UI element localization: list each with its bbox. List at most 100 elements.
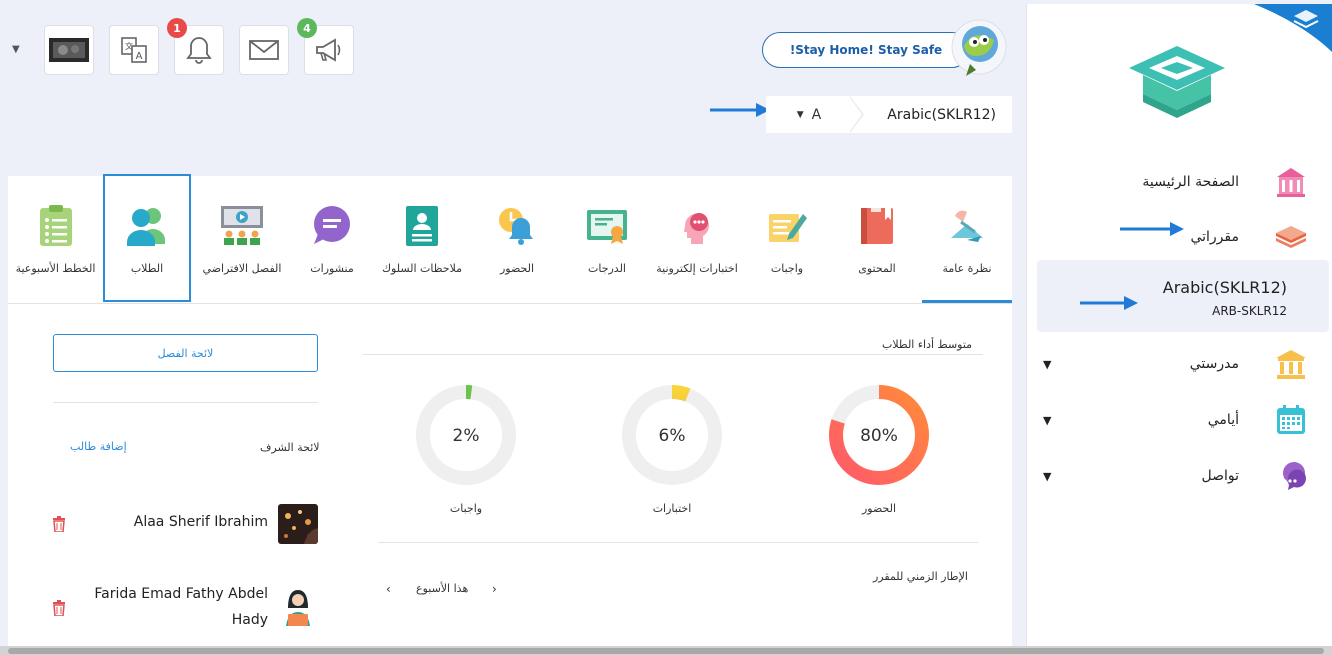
course-name: Arabic(SKLR12) — [1162, 278, 1287, 297]
sidebar-item-my-school[interactable]: ▼ مدرستي — [1027, 344, 1332, 384]
section-value: A — [811, 106, 822, 123]
quizzes-value: 6% — [659, 426, 686, 446]
book-icon — [853, 202, 901, 250]
tab-label: منشورات — [310, 262, 354, 275]
sidebar-item-home[interactable]: الصفحة الرئيسية — [1027, 162, 1332, 202]
tab-label: واجبات — [770, 262, 804, 275]
notifications-button[interactable]: 1 — [167, 18, 224, 75]
course-code: ARB-SKLR12 — [1212, 304, 1287, 318]
announcements-button[interactable]: 4 — [297, 18, 354, 75]
home-icon — [1273, 164, 1309, 200]
arrow-annotation-icon — [1080, 296, 1138, 310]
tab-grades[interactable]: الدرجات — [562, 176, 652, 302]
section-selector[interactable]: ▼ A — [766, 96, 852, 133]
student-name-line2[interactable]: Hady — [232, 612, 268, 628]
caret-down-icon: ▼ — [796, 109, 804, 120]
add-student-link[interactable]: إضافة طالب — [70, 440, 127, 453]
sidebar-item-my-days[interactable]: ▼ أيامي — [1027, 400, 1332, 440]
divider — [378, 542, 978, 543]
sidebar-item-communicate[interactable]: ▼ تواصل — [1027, 456, 1332, 496]
arrow-annotation-icon — [710, 103, 770, 117]
user-menu-chevron-icon[interactable]: ▼ — [12, 44, 20, 55]
tab-students[interactable]: الطلاب — [103, 174, 191, 302]
chat-bubbles-icon — [1273, 458, 1309, 494]
tab-label: الحضور — [499, 262, 535, 275]
tab-content[interactable]: المحتوى — [832, 176, 922, 302]
clipboard-icon — [32, 202, 80, 250]
student-name-line1[interactable]: Farida Emad Fathy Abdel — [94, 586, 268, 602]
chat-icon — [308, 202, 356, 250]
tab-label: نظرة عامة — [942, 262, 992, 275]
timeline-week-label: هذا الأسبوع — [416, 582, 469, 595]
translate-button[interactable]: A 文 — [109, 25, 159, 75]
quizzes-label: اختبارات — [652, 502, 692, 515]
chevron-left-icon[interactable]: ‹ — [386, 582, 391, 596]
quiz-icon — [673, 202, 721, 250]
megaphone-icon — [316, 38, 341, 62]
chevron-down-icon[interactable]: ▼ — [1043, 358, 1051, 371]
tab-attendance[interactable]: الحضور — [472, 176, 562, 302]
tab-online-quizzes[interactable]: اختبارات إلكترونية — [652, 176, 742, 302]
divider — [363, 354, 983, 355]
sidebar-my-school-label: مدرستي — [1189, 356, 1239, 372]
tab-behavior-notes[interactable]: ملاحظات السلوك — [372, 176, 472, 302]
chevron-right-icon[interactable]: › — [492, 582, 497, 596]
assignments-donut: 2% — [416, 385, 516, 485]
alarm-icon — [493, 202, 541, 250]
scrollbar-thumb[interactable] — [8, 648, 1324, 654]
assignment-icon — [763, 202, 811, 250]
breadcrumb-course[interactable]: Arabic(SKLR12) — [852, 96, 1012, 133]
divider — [53, 402, 318, 403]
sidebar-my-courses-label: مقرراتي — [1190, 229, 1239, 245]
profile-thumbnail-button[interactable] — [44, 25, 94, 75]
layers-icon — [1273, 219, 1309, 255]
badge-icon — [398, 202, 446, 250]
student-name[interactable]: Alaa Sherif Ibrahim — [134, 514, 268, 530]
assignments-value: 2% — [453, 426, 480, 446]
attendance-donut: 80% — [829, 385, 929, 485]
profile-thumbnail-icon — [49, 38, 89, 62]
tab-virtual-class[interactable]: الفصل الافتراضي — [192, 176, 292, 302]
breadcrumb-separator-icon — [850, 96, 864, 133]
tab-label: الدرجات — [587, 262, 626, 275]
tab-label: الفصل الافتراضي — [202, 262, 282, 275]
tab-label: ملاحظات السلوك — [381, 262, 463, 275]
sidebar-communicate-label: تواصل — [1201, 468, 1239, 484]
corner-logo-icon — [1254, 4, 1332, 52]
performance-title: متوسط أداء الطلاب — [882, 338, 973, 351]
trash-icon[interactable] — [52, 516, 66, 532]
chevron-down-icon[interactable]: ▼ — [1043, 470, 1051, 483]
tab-label: الخطط الأسبوعية — [15, 262, 96, 275]
school-logo-icon — [1129, 46, 1225, 118]
arrow-annotation-icon — [1120, 222, 1184, 236]
bell-icon — [186, 37, 212, 64]
overview-icon — [943, 202, 991, 250]
assignments-label: واجبات — [449, 502, 483, 515]
certificate-icon — [583, 202, 631, 250]
chevron-down-icon[interactable]: ▼ — [1043, 414, 1051, 427]
sidebar-home-label: الصفحة الرئيسية — [1142, 174, 1239, 190]
active-tab-indicator — [922, 300, 1012, 303]
honor-list-label: لائحة الشرف — [260, 441, 320, 454]
tab-assignments[interactable]: واجبات — [742, 176, 832, 302]
class-list-button[interactable]: لائحة الفصل — [53, 334, 318, 372]
course-panel: نظرة عامة المحتوى واجبات اختبارات إلكترو… — [8, 174, 1012, 646]
student-avatar-icon[interactable] — [278, 586, 318, 626]
tab-overview[interactable]: نظرة عامة — [922, 176, 1012, 302]
attendance-value: 80% — [860, 426, 898, 446]
notifications-badge: 1 — [167, 18, 187, 38]
student-photo[interactable] — [278, 504, 318, 544]
tab-label: المحتوى — [858, 262, 896, 275]
user-avatar[interactable] — [950, 18, 1008, 78]
tab-posts[interactable]: منشورات — [292, 176, 372, 302]
timeline-title: الإطار الزمني للمقرر — [873, 570, 968, 583]
sidebar: الصفحة الرئيسية مقرراتي Arabic(SKLR12) A… — [1026, 4, 1332, 655]
attendance-label: الحضور — [861, 502, 897, 515]
students-icon — [123, 202, 171, 250]
trash-icon[interactable] — [52, 600, 66, 616]
stay-home-banner[interactable]: !Stay Home! Stay Safe — [762, 32, 970, 68]
tab-label: اختبارات إلكترونية — [656, 262, 738, 275]
quizzes-donut: 6% — [622, 385, 722, 485]
tab-weekly-plans[interactable]: الخطط الأسبوعية — [8, 176, 103, 302]
messages-button[interactable] — [239, 25, 289, 75]
